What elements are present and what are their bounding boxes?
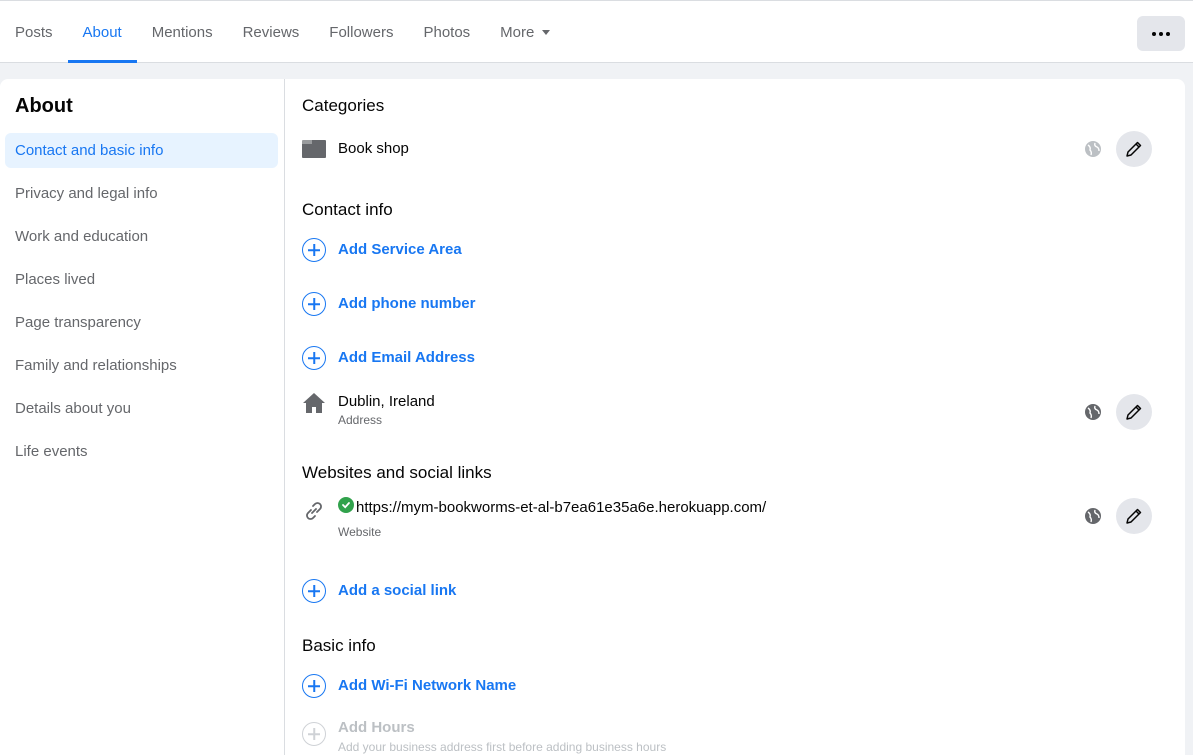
sidebar-item-life-events[interactable]: Life events (5, 434, 278, 469)
hours-hint: Add your business address first before a… (338, 740, 667, 754)
tab-label: Reviews (242, 23, 300, 41)
about-content: Categories Book shop Contact info Add Se… (286, 79, 1185, 755)
add-wifi-network-link[interactable]: Add Wi-Fi Network Name (338, 677, 516, 694)
sidebar-item-details-about-you[interactable]: Details about you (5, 391, 278, 426)
pencil-icon (1126, 141, 1142, 157)
pencil-icon (1126, 404, 1142, 420)
add-social-link[interactable]: Add a social link (338, 582, 456, 599)
websites-heading: Websites and social links (302, 463, 492, 482)
tab-photos[interactable]: Photos (408, 1, 485, 63)
tab-label: Photos (423, 23, 471, 41)
add-icon[interactable] (302, 292, 326, 316)
sidebar-item-contact-basic-info[interactable]: Contact and basic info (5, 133, 278, 168)
address-label: Address (338, 413, 383, 427)
add-icon[interactable] (302, 238, 326, 262)
sidebar-item-label: Contact and basic info (15, 142, 164, 159)
tab-label: About (82, 23, 122, 41)
home-icon (302, 392, 326, 414)
edit-website-button[interactable] (1116, 498, 1152, 534)
add-service-area-link[interactable]: Add Service Area (338, 241, 462, 258)
sidebar-item-label: Privacy and legal info (15, 185, 158, 202)
category-value: Book shop (338, 140, 409, 157)
add-hours-link: Add Hours (338, 719, 415, 736)
about-sidebar: About Contact and basic info Privacy and… (0, 79, 285, 755)
sidebar-item-label: Page transparency (15, 314, 141, 331)
tab-list: Posts About Mentions Reviews Followers P… (0, 1, 565, 63)
sidebar-item-label: Family and relationships (15, 357, 177, 374)
dot-icon (1166, 31, 1170, 36)
website-url-link[interactable]: https://mym-bookworms-et-al-b7ea61e35a6e… (356, 499, 766, 516)
sidebar-item-places-lived[interactable]: Places lived (5, 262, 278, 297)
dot-icon (1152, 31, 1156, 36)
sidebar-item-privacy-legal-info[interactable]: Privacy and legal info (5, 176, 278, 211)
sidebar-item-family-relationships[interactable]: Family and relationships (5, 348, 278, 383)
verified-check-icon (338, 497, 354, 513)
tab-label: Followers (329, 23, 394, 41)
add-icon[interactable] (302, 346, 326, 370)
edit-category-button[interactable] (1116, 131, 1152, 167)
about-card: About Contact and basic info Privacy and… (0, 79, 1185, 755)
address-value: Dublin, Ireland (338, 393, 435, 410)
tab-label: Posts (15, 23, 53, 41)
tab-label: Mentions (151, 23, 213, 41)
edit-address-button[interactable] (1116, 394, 1152, 430)
pencil-icon (1126, 508, 1142, 524)
sidebar-item-label: Life events (15, 443, 88, 460)
tab-about[interactable]: About (67, 1, 137, 63)
category-icon (302, 139, 326, 159)
add-email-address-link[interactable]: Add Email Address (338, 349, 475, 366)
basic-info-heading: Basic info (302, 636, 376, 655)
tab-reviews[interactable]: Reviews (228, 1, 315, 63)
caret-down-icon (542, 29, 551, 35)
page-tab-bar: Posts About Mentions Reviews Followers P… (0, 0, 1193, 63)
sidebar-item-label: Details about you (15, 400, 131, 417)
dot-icon (1159, 31, 1163, 36)
add-icon (302, 722, 326, 746)
globe-icon[interactable] (1084, 140, 1102, 158)
tab-label: More (500, 23, 535, 41)
globe-icon[interactable] (1084, 403, 1102, 421)
tab-more[interactable]: More (485, 1, 565, 63)
sidebar-item-page-transparency[interactable]: Page transparency (5, 305, 278, 340)
globe-icon[interactable] (1084, 507, 1102, 525)
add-icon[interactable] (302, 579, 326, 603)
categories-heading: Categories (302, 96, 385, 115)
tab-followers[interactable]: Followers (314, 1, 408, 63)
sidebar-title: About (15, 95, 73, 117)
sidebar-item-label: Work and education (15, 228, 149, 245)
add-phone-number-link[interactable]: Add phone number (338, 295, 476, 312)
sidebar-item-label: Places lived (15, 271, 96, 288)
add-icon[interactable] (302, 674, 326, 698)
tab-mentions[interactable]: Mentions (137, 1, 228, 63)
tab-posts[interactable]: Posts (0, 1, 68, 63)
sidebar-item-work-education[interactable]: Work and education (5, 219, 278, 254)
contact-info-heading: Contact info (302, 200, 393, 219)
website-label: Website (338, 525, 382, 539)
link-icon (302, 499, 326, 523)
more-options-button[interactable] (1137, 16, 1185, 51)
